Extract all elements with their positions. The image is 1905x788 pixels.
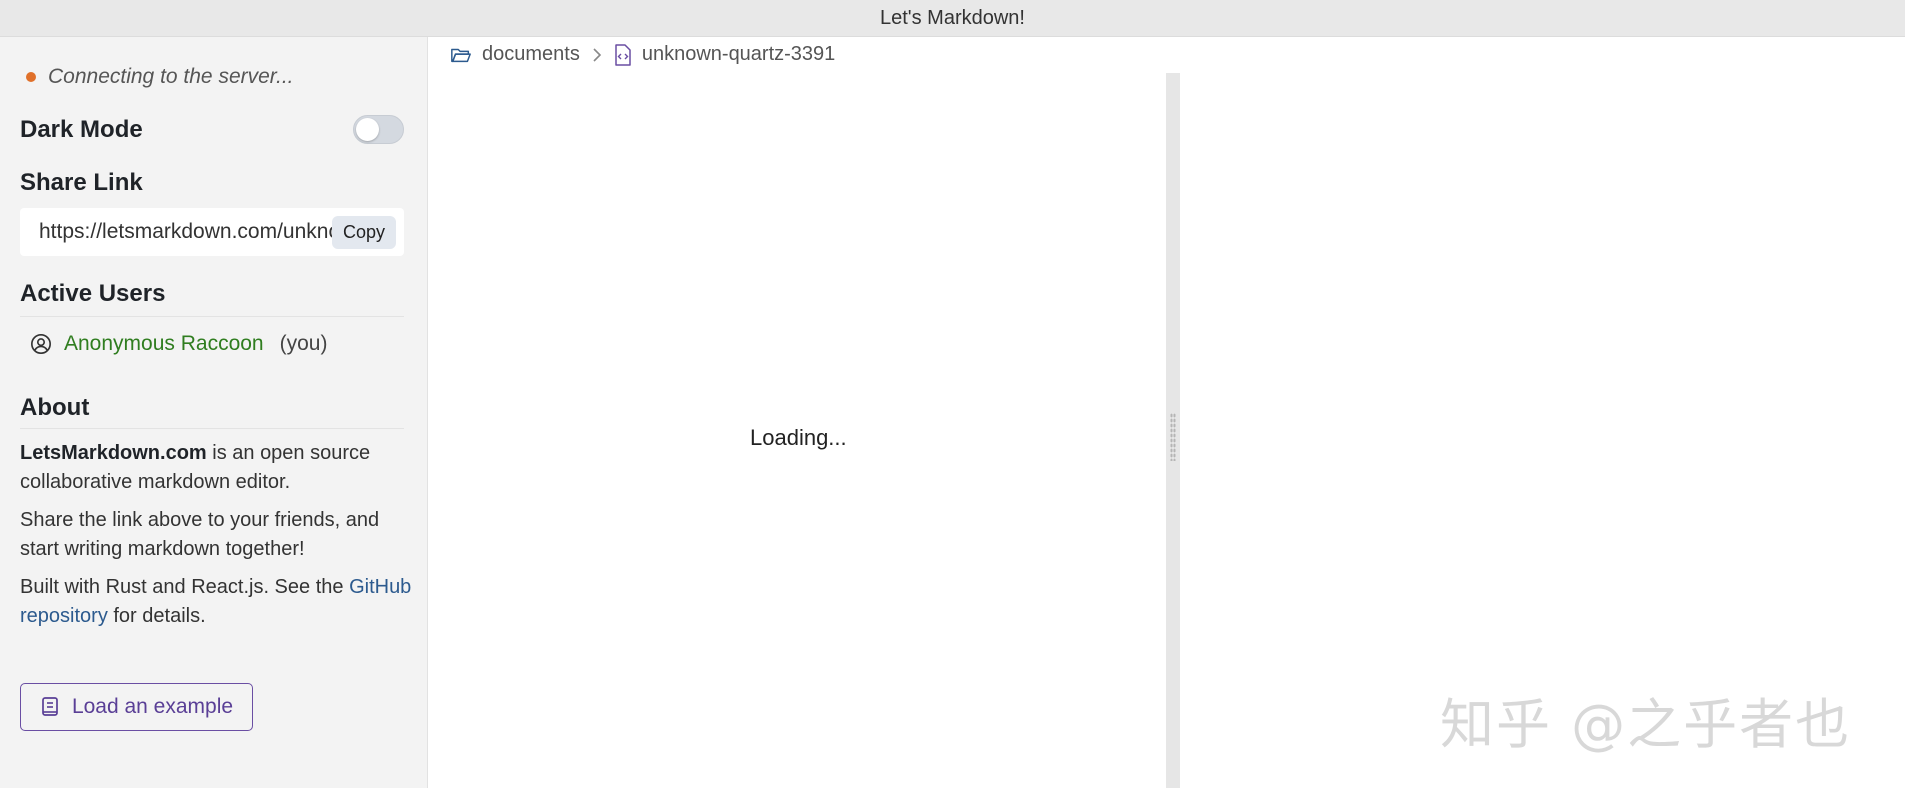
about-paragraph-1: LetsMarkdown.com is an open source colla… <box>20 439 420 497</box>
breadcrumb: documents unknown-quartz-3391 <box>450 43 835 66</box>
chevron-right-icon <box>593 47 601 62</box>
user-self-tag: (you) <box>279 332 328 355</box>
load-example-button[interactable]: Load an example <box>20 683 253 731</box>
share-link-input[interactable] <box>39 220 332 244</box>
window-title-bar: Let's Markdown! <box>0 0 1905 37</box>
user-avatar-icon <box>31 334 51 354</box>
about-heading: About <box>20 394 404 429</box>
dark-mode-row: Dark Mode <box>20 115 404 144</box>
window-title: Let's Markdown! <box>880 6 1025 29</box>
user-list-item: Anonymous Raccoon (you) <box>30 332 327 356</box>
folder-open-icon <box>451 48 471 62</box>
watermark: 知乎 @之乎者也 <box>1440 693 1852 756</box>
sidebar: Connecting to the server... Dark Mode Sh… <box>0 37 428 788</box>
dark-mode-label: Dark Mode <box>20 115 143 143</box>
grip-icon <box>1170 413 1176 461</box>
active-users-heading: Active Users <box>20 280 404 317</box>
pane-resize-handle[interactable] <box>1166 73 1180 788</box>
breadcrumb-file[interactable]: unknown-quartz-3391 <box>642 43 835 66</box>
site-name: LetsMarkdown.com <box>20 442 207 464</box>
status-text: Connecting to the server... <box>48 65 294 88</box>
about-p3-pre: Built with Rust and React.js. See the <box>20 576 350 598</box>
book-icon <box>42 697 58 716</box>
share-link-heading: Share Link <box>20 169 143 196</box>
about-paragraph-2: Share the link above to your friends, an… <box>20 509 380 560</box>
breadcrumb-folder[interactable]: documents <box>482 43 580 66</box>
about-paragraph-3: Built with Rust and React.js. See the Gi… <box>20 573 420 631</box>
dark-mode-toggle[interactable] <box>353 115 404 144</box>
connection-status: Connecting to the server... <box>26 65 294 89</box>
user-name: Anonymous Raccoon <box>64 332 264 355</box>
share-link-box: Copy <box>20 208 404 256</box>
editor-loading-text: Loading... <box>750 425 847 450</box>
copy-button[interactable]: Copy <box>331 215 396 249</box>
status-dot-icon <box>26 72 36 82</box>
toggle-knob <box>356 118 379 141</box>
code-file-icon <box>615 43 631 66</box>
load-example-label: Load an example <box>71 695 234 718</box>
about-p3-post: for details. <box>107 605 206 627</box>
